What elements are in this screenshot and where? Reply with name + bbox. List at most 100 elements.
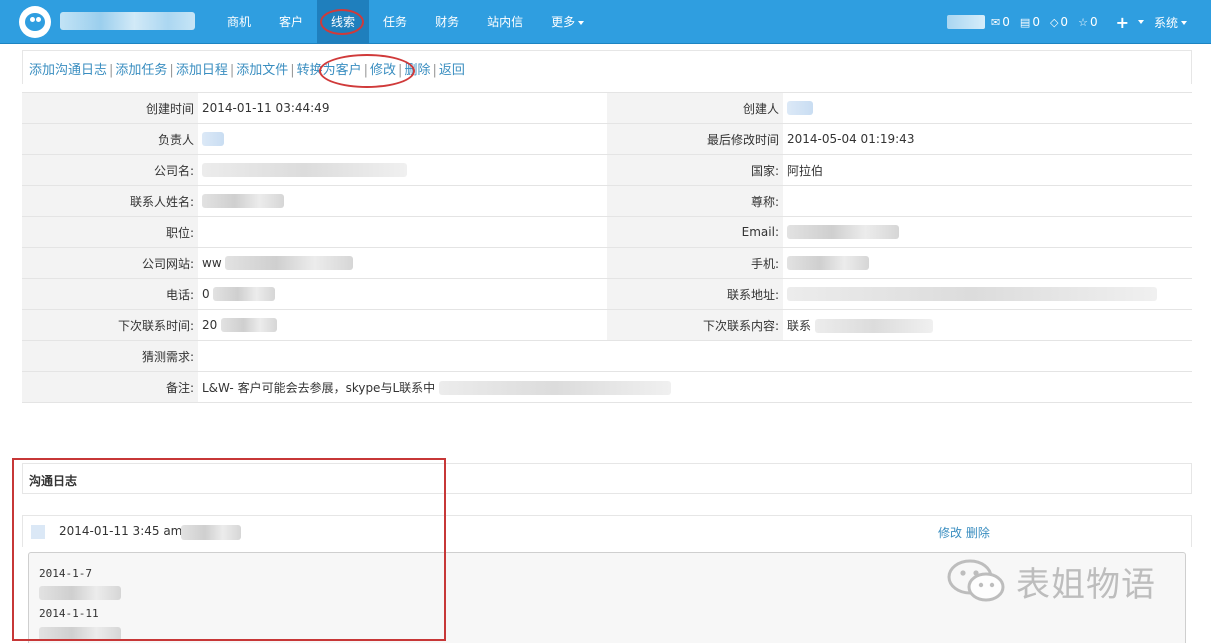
redacted-value: [202, 163, 407, 178]
next-contact-time-value: 20: [198, 309, 607, 341]
separator: |: [432, 63, 437, 78]
country-value: 阿拉伯: [783, 154, 1192, 186]
redacted-value: [39, 627, 121, 641]
monkey-logo-icon[interactable]: [19, 6, 51, 38]
nav-item-finance[interactable]: 财务: [421, 0, 473, 44]
add-schedule-link[interactable]: 添加日程: [176, 63, 228, 78]
convert-to-customer-link[interactable]: 转换为客户: [297, 63, 362, 78]
address-value: [783, 278, 1192, 310]
email-value: [783, 216, 1192, 248]
phone-label: 电话:: [22, 278, 198, 310]
mobile-value: [783, 247, 1192, 279]
system-menu-label: 系统: [1153, 15, 1178, 30]
lead-actions-bar: 添加沟通日志 | 添加任务 | 添加日程 | 添加文件 | 转换为客户 | 修改 | 删除 | 返回: [22, 50, 1192, 88]
edit-link[interactable]: 修改: [370, 63, 396, 78]
next-contact-content-label: 下次联系内容:: [607, 309, 783, 341]
envelope-icon: ✉: [991, 15, 1001, 29]
nav-item-customers[interactable]: 客户: [265, 0, 317, 44]
star-count: 0: [1089, 15, 1098, 29]
caret-down-icon: [578, 20, 585, 25]
log-entry-actions: 修改 删除: [938, 524, 990, 541]
add-log-link[interactable]: 添加沟通日志: [29, 63, 107, 78]
star-counter[interactable]: ☆ 0: [1078, 15, 1098, 29]
table-row: 猜测需求:: [22, 340, 1192, 372]
table-row: 下次联系时间: 20 下次联系内容: 联系: [22, 309, 1192, 341]
user-toolbar: ✉ 0 ▤ 0 ◇ 0 ☆ 0 + 系统: [947, 0, 1187, 44]
modified-time-value: 2014-05-04 01:19:43: [783, 123, 1192, 155]
diamond-icon: ◇: [1049, 15, 1059, 29]
position-label: 职位:: [22, 216, 198, 248]
nav-item-more[interactable]: 更多: [537, 0, 598, 44]
owner-value: [198, 123, 607, 155]
table-row: 公司名: 国家: 阿拉伯: [22, 154, 1192, 186]
next-contact-time-label: 下次联系时间:: [22, 309, 198, 341]
back-link[interactable]: 返回: [439, 63, 465, 78]
redacted-value: [202, 132, 224, 147]
add-task-link[interactable]: 添加任务: [115, 63, 167, 78]
phone-value: 0: [198, 278, 607, 310]
lead-detail-table: 创建时间 2014-01-11 03:44:49 创建人 负责人 最后修改时间 …: [22, 92, 1192, 403]
watermark-text: 表姐物语: [1016, 564, 1156, 605]
nav-item-more-label: 更多: [551, 15, 576, 29]
table-row: 联系人姓名: 尊称:: [22, 185, 1192, 217]
highlight-circle: [320, 9, 365, 35]
tasks-icon: ▤: [1019, 15, 1031, 29]
redacted-value: [787, 225, 899, 240]
email-label: Email:: [607, 216, 783, 248]
redacted-value: [814, 319, 933, 333]
website-prefix: ww: [202, 255, 222, 270]
nav-item-leads[interactable]: 线索: [317, 0, 370, 44]
log-edit-link[interactable]: 修改: [938, 526, 962, 540]
phone-prefix: 0: [202, 286, 210, 301]
created-time-value: 2014-01-11 03:44:49: [198, 92, 607, 124]
owner-label: 负责人: [22, 123, 198, 155]
separator: |: [109, 63, 114, 78]
event-counter[interactable]: ◇ 0: [1050, 15, 1068, 29]
table-row: 负责人 最后修改时间 2014-05-04 01:19:43: [22, 123, 1192, 155]
mail-counter[interactable]: ✉ 0: [991, 15, 1010, 29]
watermark: 表姐物语: [946, 556, 1156, 606]
mobile-label: 手机:: [607, 247, 783, 279]
username-blurred[interactable]: [947, 15, 986, 29]
redacted-value: [39, 586, 121, 600]
next-contact-content-value: 联系: [783, 309, 1192, 341]
redacted-value: [213, 287, 276, 302]
created-time-label: 创建时间: [22, 92, 198, 124]
salutation-label: 尊称:: [607, 185, 783, 217]
task-count: 0: [1032, 15, 1040, 29]
avatar: [31, 525, 45, 539]
nav-item-messages[interactable]: 站内信: [473, 0, 537, 44]
log-line: 2014-1-7: [39, 567, 92, 580]
contact-name-label: 联系人姓名:: [22, 185, 198, 217]
contact-name-value: [198, 185, 607, 217]
next-content-prefix: 联系: [787, 318, 812, 333]
nav-item-opportunities[interactable]: 商机: [213, 0, 265, 44]
notes-text: L&W- 客户可能会去参展，skype与L联系中: [202, 380, 436, 395]
log-entry-header: 2014-01-11 3:45 am 修改 删除: [22, 515, 1192, 547]
position-value: [198, 216, 607, 248]
log-entry-time: 2014-01-11 3:45 am: [59, 524, 183, 538]
task-counter[interactable]: ▤ 0: [1020, 15, 1040, 29]
table-row: 备注: L&W- 客户可能会去参展，skype与L联系中: [22, 371, 1192, 403]
nav-item-tasks[interactable]: 任务: [369, 0, 421, 44]
communication-log-title: 沟通日志: [29, 474, 78, 488]
next-time-prefix: 20: [202, 317, 218, 332]
log-delete-link[interactable]: 删除: [966, 526, 990, 540]
creator-label: 创建人: [607, 92, 783, 124]
modified-time-label: 最后修改时间: [607, 123, 783, 155]
delete-link[interactable]: 删除: [404, 63, 430, 78]
brand-name-blurred: [60, 12, 195, 30]
separator: |: [363, 63, 369, 78]
communication-log-header: 沟通日志: [22, 463, 1192, 494]
add-file-link[interactable]: 添加文件: [236, 63, 288, 78]
plus-icon[interactable]: +: [1116, 13, 1129, 32]
address-label: 联系地址:: [607, 278, 783, 310]
separator: |: [290, 63, 295, 78]
website-label: 公司网站:: [22, 247, 198, 279]
main-nav: 商机 客户 线索 任务 财务 站内信 更多: [213, 0, 598, 44]
company-value: [198, 154, 607, 186]
salutation-value: [783, 185, 1192, 217]
system-menu[interactable]: 系统: [1154, 14, 1187, 31]
separator: |: [398, 63, 403, 78]
separator: |: [229, 63, 235, 78]
